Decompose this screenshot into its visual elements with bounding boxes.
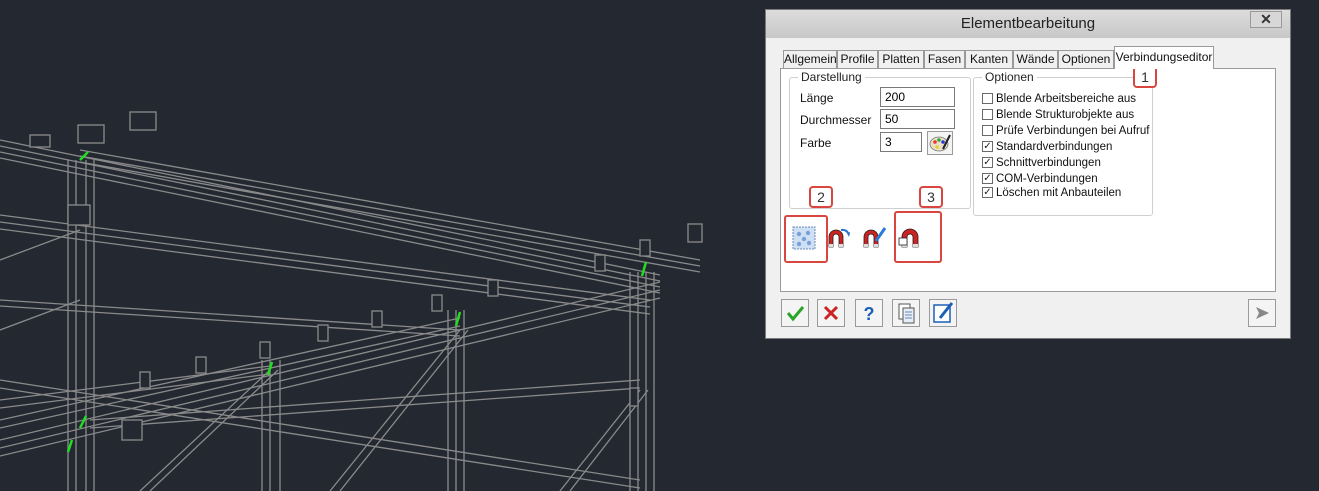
steel-structure-wireframe xyxy=(0,111,703,491)
optionen-group: Optionen Blende Arbeitsbereiche aus Blen… xyxy=(973,70,1153,216)
element-edit-dialog: Elementbearbeitung ✕ Allgemein Profile P… xyxy=(765,9,1291,339)
callout-badge-3: 3 xyxy=(919,186,943,208)
checkbox-checked[interactable]: ✓ xyxy=(982,157,993,168)
option-label: COM-Verbindungen xyxy=(996,173,1098,185)
pick-element-button[interactable] xyxy=(1248,299,1276,327)
arrow-right-icon xyxy=(1256,307,1269,319)
farbe-input[interactable] xyxy=(880,132,922,152)
tab-optionen[interactable]: Optionen xyxy=(1058,50,1114,68)
cancel-button[interactable] xyxy=(817,299,845,327)
callout-badge-2: 2 xyxy=(809,186,833,208)
copy-properties-button[interactable] xyxy=(892,299,920,327)
help-button[interactable]: ? xyxy=(855,299,883,327)
checkmark-icon xyxy=(786,306,805,322)
checkbox[interactable] xyxy=(982,109,993,120)
callout-highlight-2 xyxy=(784,215,828,263)
dialog-title: Elementbearbeitung xyxy=(766,10,1290,38)
tab-kanten[interactable]: Kanten xyxy=(965,50,1013,68)
magnet-move-button[interactable] xyxy=(825,225,851,251)
magnet-arrow-icon xyxy=(828,228,850,248)
tab-fasen[interactable]: Fasen xyxy=(924,50,965,68)
darstellung-legend: Darstellung xyxy=(798,70,865,84)
close-button[interactable]: ✕ xyxy=(1250,11,1282,28)
checkbox[interactable] xyxy=(982,93,993,104)
checkbox-checked[interactable]: ✓ xyxy=(982,187,993,198)
checkbox-checked[interactable]: ✓ xyxy=(982,173,993,184)
optionen-legend: Optionen xyxy=(982,70,1037,84)
edit-pencil-icon xyxy=(933,302,954,323)
svg-text:?: ? xyxy=(864,304,875,324)
option-label: Schnittverbindungen xyxy=(996,157,1101,169)
document-copy-icon xyxy=(898,303,915,324)
cancel-x-icon xyxy=(823,305,839,321)
checkbox[interactable] xyxy=(982,125,993,136)
option-label: Blende Strukturobjekte aus xyxy=(996,109,1135,121)
ok-button[interactable] xyxy=(781,299,809,327)
tab-platten[interactable]: Platten xyxy=(878,50,924,68)
question-mark-icon: ? xyxy=(864,304,875,324)
callout-highlight-3 xyxy=(894,211,942,263)
tab-profile[interactable]: Profile xyxy=(837,50,878,68)
checkbox-checked[interactable]: ✓ xyxy=(982,141,993,152)
laenge-label: Länge xyxy=(800,91,834,105)
laenge-input[interactable] xyxy=(880,87,955,107)
color-palette-button[interactable] xyxy=(927,131,953,155)
durchmesser-label: Durchmesser xyxy=(800,113,872,127)
durchmesser-input[interactable] xyxy=(880,109,955,129)
farbe-label: Farbe xyxy=(800,136,832,150)
tab-verbindungseditor[interactable]: Verbindungseditor xyxy=(1114,46,1214,69)
magnet-pencil-icon xyxy=(863,227,887,248)
edit-button[interactable] xyxy=(929,299,957,327)
palette-icon xyxy=(929,134,951,152)
tab-allgemein[interactable]: Allgemein xyxy=(783,50,837,68)
option-label: Blende Arbeitsbereiche aus xyxy=(996,93,1137,105)
tab-waende[interactable]: Wände xyxy=(1013,50,1058,68)
option-label: Prüfe Verbindungen bei Aufruf xyxy=(996,125,1150,137)
magnet-edit-button[interactable] xyxy=(861,225,887,251)
tab-panel: Darstellung Länge Durchmesser Farbe Opti… xyxy=(780,68,1276,292)
option-label: Löschen mit Anbauteilen xyxy=(996,187,1122,199)
option-label: Standardverbindungen xyxy=(996,141,1113,153)
